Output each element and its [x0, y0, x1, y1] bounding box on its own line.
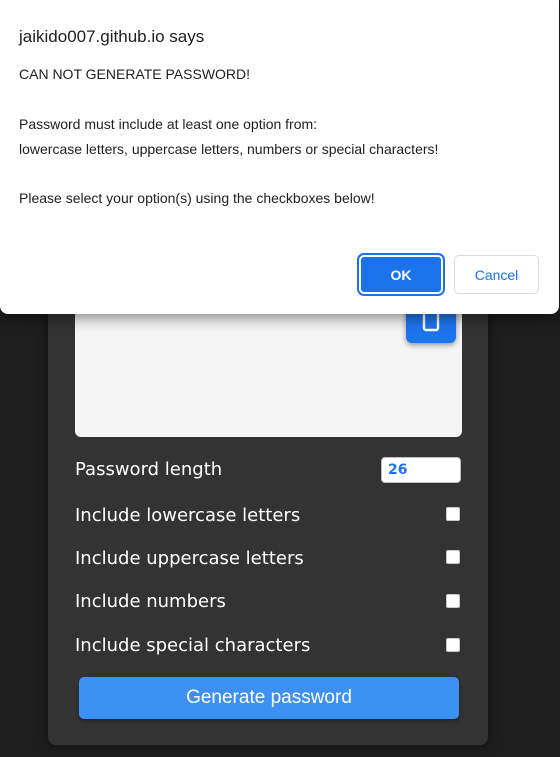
password-length-input[interactable]: [381, 457, 461, 483]
dialog-message-line: Password must include at least one optio…: [19, 116, 318, 132]
option-lowercase-label: Include lowercase letters: [75, 505, 301, 526]
option-lowercase-checkbox[interactable]: [446, 507, 460, 521]
generate-password-button[interactable]: Generate password: [79, 677, 459, 719]
dialog-message-line: Please select your option(s) using the c…: [19, 190, 375, 206]
page: Password length Include lowercase letter…: [0, 0, 560, 757]
option-numbers-checkbox[interactable]: [446, 594, 460, 608]
option-special-checkbox[interactable]: [446, 638, 460, 652]
dialog-origin: jaikido007.github.io says: [19, 27, 205, 46]
dialog-message-line: lowercase letters, uppercase letters, nu…: [19, 141, 439, 157]
option-numbers-label: Include numbers: [75, 591, 226, 612]
ok-button[interactable]: OK: [357, 253, 445, 296]
alert-dialog: jaikido007.github.io says CAN NOT GENERA…: [0, 0, 559, 314]
password-length-label: Password length: [75, 459, 223, 480]
cancel-button[interactable]: Cancel: [454, 255, 539, 294]
option-special-label: Include special characters: [75, 635, 311, 656]
option-uppercase-label: Include uppercase letters: [75, 548, 304, 569]
option-uppercase-checkbox[interactable]: [446, 550, 460, 564]
dialog-message-heading: CAN NOT GENERATE PASSWORD!: [19, 66, 251, 82]
